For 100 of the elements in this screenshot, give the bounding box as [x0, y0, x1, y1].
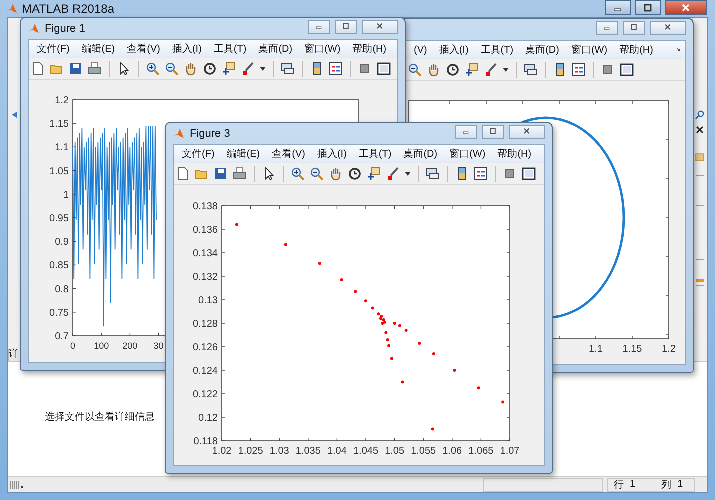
colorbar-icon[interactable]	[553, 62, 567, 76]
maximize-button[interactable]	[335, 20, 357, 34]
menu-item[interactable]: 插入(I)	[172, 42, 202, 56]
maximize-button[interactable]	[482, 124, 504, 138]
colorbar-icon[interactable]	[455, 166, 469, 180]
panel-tab[interactable]: 详	[8, 349, 19, 361]
menu-item[interactable]: 工具(T)	[214, 42, 247, 56]
close-icon[interactable]	[695, 125, 705, 135]
tick-label: 0.95	[50, 214, 69, 224]
zoom-out-icon[interactable]	[408, 62, 422, 76]
menu-item[interactable]: 查看(V)	[127, 42, 160, 56]
hand-icon[interactable]	[427, 62, 441, 76]
close-button[interactable]	[665, 0, 707, 15]
window-frame-icon[interactable]	[377, 62, 391, 76]
tick-label: 0.75	[50, 308, 69, 319]
zoom-out-icon[interactable]	[165, 62, 179, 76]
close-button[interactable]	[650, 20, 686, 34]
menu-item[interactable]: 帮助(H)	[352, 42, 387, 56]
tick-label: 1.065	[468, 446, 494, 457]
square-icon[interactable]	[358, 62, 372, 76]
tick-label: 0.134	[192, 248, 218, 260]
zoom-out-icon[interactable]	[310, 166, 324, 180]
row-label: 行	[614, 478, 624, 492]
grip-icon	[10, 480, 24, 490]
brush-icon[interactable]	[241, 62, 255, 76]
menu-item[interactable]: 帮助(H)	[620, 43, 654, 57]
matlab-logo-icon	[6, 2, 18, 14]
maximize-button[interactable]	[635, 0, 661, 15]
column-value: 1	[678, 479, 684, 490]
tick-label: 1	[63, 190, 69, 201]
tick-label: 0.124	[192, 366, 218, 377]
menu-item[interactable]: 窗口(W)	[304, 42, 341, 56]
menu-item[interactable]: 文件(F)	[37, 42, 70, 56]
close-icon	[375, 22, 385, 30]
menu-item[interactable]: 工具(T)	[358, 147, 392, 161]
square-icon[interactable]	[601, 62, 615, 76]
menu-item[interactable]: 窗口(W)	[571, 43, 608, 57]
window-frame-icon[interactable]	[522, 166, 536, 180]
close-button[interactable]	[509, 124, 545, 138]
window-title: Figure 1	[45, 22, 86, 34]
menu-item[interactable]: 桌面(D)	[526, 43, 560, 57]
printer-icon[interactable]	[88, 62, 102, 76]
menu-item[interactable]: 帮助(H)	[498, 147, 532, 161]
tick-label: 1.035	[296, 446, 321, 457]
tick-label: 1.02	[212, 446, 232, 457]
tick-label: 1.07	[500, 446, 520, 457]
save-icon[interactable]	[214, 166, 228, 180]
zoom-in-icon[interactable]	[291, 166, 305, 180]
tick-label: 100	[94, 341, 110, 351]
printer-icon[interactable]	[233, 166, 247, 180]
hand-icon[interactable]	[184, 62, 198, 76]
caret-icon[interactable]	[260, 66, 266, 70]
tick-label: 1.04	[327, 446, 347, 457]
maximize-icon	[629, 24, 639, 32]
menu-item[interactable]: 桌面(D)	[404, 147, 438, 161]
tick-label: 1.025	[238, 446, 264, 457]
menu-item[interactable]: 窗口(W)	[450, 147, 486, 161]
details-message: 选择文件以查看详细信息	[45, 412, 155, 423]
legend-icon[interactable]	[474, 166, 488, 180]
search-icon[interactable]	[695, 110, 705, 120]
window-frame-icon[interactable]	[620, 62, 634, 76]
matlab-logo-icon	[28, 22, 40, 34]
save-icon[interactable]	[69, 62, 83, 76]
new-file-icon[interactable]	[176, 166, 190, 180]
menu-item[interactable]: 插入(I)	[439, 43, 469, 57]
zoom-in-icon[interactable]	[146, 62, 160, 76]
hand-icon[interactable]	[329, 166, 343, 180]
menu-item[interactable]: 插入(I)	[317, 147, 347, 161]
folder-icon[interactable]	[695, 152, 705, 162]
maximize-icon	[488, 128, 498, 136]
legend-icon[interactable]	[329, 62, 343, 76]
colorbar-icon[interactable]	[310, 62, 324, 76]
maximize-button[interactable]	[623, 20, 645, 34]
tick-label: 0.122	[192, 390, 218, 400]
menu-item[interactable]: 查看(V)	[272, 147, 306, 161]
close-button[interactable]	[362, 20, 398, 34]
tick-label: 1.045	[353, 446, 379, 457]
menu-item[interactable]: 工具(T)	[480, 43, 514, 57]
menu-item[interactable]: 编辑(E)	[226, 147, 260, 161]
menu-item[interactable]: 桌面(D)	[258, 42, 293, 56]
tick-label: 30	[154, 341, 164, 351]
new-file-icon[interactable]	[31, 62, 45, 76]
menu-item[interactable]: (V)	[414, 44, 428, 56]
close-icon	[681, 2, 691, 12]
brush-icon[interactable]	[386, 166, 400, 180]
brush-icon[interactable]	[484, 62, 498, 76]
maximize-icon	[643, 2, 653, 12]
tick-label: 1.05	[385, 446, 405, 457]
menu-item[interactable]: 文件(F)	[182, 147, 215, 161]
tick-label: 0.132	[192, 272, 218, 283]
caret-icon[interactable]	[405, 172, 411, 176]
caret-icon[interactable]	[503, 68, 509, 72]
tick-label: 0.8	[55, 284, 69, 296]
menu-item[interactable]: 编辑(E)	[82, 42, 116, 56]
dock-arrow-icon[interactable]	[677, 46, 681, 54]
square-icon[interactable]	[503, 166, 517, 180]
legend-icon[interactable]	[572, 62, 586, 76]
maximize-icon	[341, 22, 351, 30]
minimize-button[interactable]	[605, 0, 631, 15]
tick-label: 200	[122, 341, 138, 351]
